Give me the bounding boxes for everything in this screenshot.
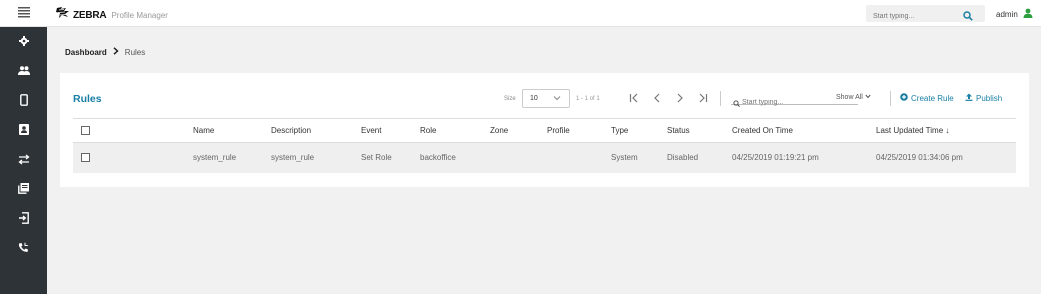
table-row[interactable]: system_rule system_rule Set Role backoff… bbox=[73, 142, 1016, 173]
breadcrumb-dashboard-link[interactable]: Dashboard bbox=[65, 48, 107, 57]
cell-event: Set Role bbox=[361, 142, 420, 173]
rules-table: Name Description Event Role Zone Profile… bbox=[73, 118, 1016, 173]
cell-created: 04/25/2019 01:19:21 pm bbox=[732, 142, 876, 173]
add-circle-icon bbox=[900, 93, 908, 103]
page-size-label: Size bbox=[504, 96, 516, 102]
search-icon[interactable] bbox=[963, 8, 973, 26]
show-all-label: Show All bbox=[836, 94, 863, 101]
column-header-created[interactable]: Created On Time bbox=[732, 118, 876, 143]
column-header-description[interactable]: Description bbox=[271, 118, 361, 143]
user-menu[interactable]: admin bbox=[996, 8, 1033, 20]
first-page-icon bbox=[629, 90, 639, 108]
column-header-name[interactable]: Name bbox=[193, 118, 271, 143]
zebra-logo-icon bbox=[56, 6, 70, 24]
top-bar: ZEBRA Profile Manager admin bbox=[0, 0, 1041, 27]
sidebar bbox=[0, 27, 47, 294]
chevron-right-icon bbox=[676, 90, 684, 108]
prev-page-button[interactable] bbox=[651, 92, 663, 105]
brand-name: ZEBRA bbox=[73, 9, 107, 21]
row-select-cell bbox=[73, 142, 193, 173]
user-icon bbox=[1023, 8, 1033, 20]
sidebar-item-enroll[interactable] bbox=[0, 205, 47, 234]
select-all-checkbox[interactable] bbox=[81, 126, 90, 136]
show-all-dropdown[interactable]: Show All bbox=[836, 94, 871, 101]
column-header-updated[interactable]: Last Updated Time ↓ bbox=[876, 118, 1016, 143]
page-size-value: 10 bbox=[530, 95, 538, 102]
sidebar-item-rules[interactable] bbox=[0, 146, 47, 175]
first-page-button[interactable] bbox=[628, 92, 640, 105]
cell-role: backoffice bbox=[420, 142, 490, 173]
column-header-event[interactable]: Event bbox=[361, 118, 420, 143]
sidebar-item-users[interactable] bbox=[0, 56, 47, 85]
global-search-input[interactable] bbox=[866, 8, 956, 25]
create-rule-button[interactable]: Create Rule bbox=[900, 93, 954, 103]
toolbar-divider bbox=[720, 91, 721, 106]
create-rule-label: Create Rule bbox=[911, 93, 954, 103]
rules-icon bbox=[17, 152, 30, 170]
cell-profile bbox=[547, 142, 611, 173]
sort-desc-icon: ↓ bbox=[945, 126, 950, 135]
column-header-profile[interactable]: Profile bbox=[547, 118, 611, 143]
last-page-button[interactable] bbox=[697, 92, 709, 105]
publish-button[interactable]: Publish bbox=[965, 93, 1002, 103]
sidebar-item-calls[interactable] bbox=[0, 234, 47, 263]
column-header-updated-label: Last Updated Time bbox=[876, 126, 944, 135]
device-icon bbox=[19, 93, 28, 111]
upload-icon bbox=[965, 93, 973, 103]
sidebar-item-library[interactable] bbox=[0, 175, 47, 204]
chevron-left-icon bbox=[653, 90, 661, 108]
app-logo[interactable]: ZEBRA Profile Manager bbox=[56, 6, 168, 24]
search-icon bbox=[733, 94, 740, 112]
cell-zone bbox=[490, 142, 547, 173]
cell-type: System bbox=[611, 142, 667, 173]
profile-badge-icon bbox=[18, 122, 29, 140]
row-checkbox[interactable] bbox=[81, 153, 90, 163]
global-search bbox=[866, 5, 985, 25]
publish-label: Publish bbox=[976, 93, 1003, 103]
sidebar-item-profiles[interactable] bbox=[0, 116, 47, 145]
cell-updated: 04/25/2019 01:34:06 pm bbox=[876, 142, 1016, 173]
chevron-right-icon bbox=[113, 47, 119, 57]
product-name: Profile Manager bbox=[111, 10, 168, 20]
chevron-down-icon bbox=[553, 94, 561, 104]
column-header-status[interactable]: Status bbox=[667, 118, 732, 143]
column-header-type[interactable]: Type bbox=[611, 118, 667, 143]
page-size-select[interactable]: 10 bbox=[522, 89, 570, 108]
cell-name: system_rule bbox=[193, 142, 271, 173]
breadcrumb: Dashboard Rules bbox=[65, 47, 145, 57]
rules-card: Rules Size 10 1 - 1 of 1 Show All Create… bbox=[60, 73, 1029, 187]
menu-toggle-button[interactable] bbox=[0, 0, 47, 27]
select-all-cell bbox=[73, 118, 193, 143]
gear-icon bbox=[18, 33, 29, 51]
breadcrumb-current: Rules bbox=[124, 47, 146, 57]
phone-icon bbox=[18, 240, 29, 258]
last-page-icon bbox=[698, 90, 708, 108]
chevron-down-icon bbox=[865, 94, 871, 101]
toolbar-divider bbox=[890, 91, 891, 106]
column-header-zone[interactable]: Zone bbox=[490, 118, 547, 143]
username: admin bbox=[996, 9, 1018, 19]
enroll-icon bbox=[18, 211, 29, 229]
cell-description: system_rule bbox=[271, 142, 361, 173]
page-title: Rules bbox=[73, 93, 102, 105]
table-header-row: Name Description Event Role Zone Profile… bbox=[73, 118, 1016, 143]
library-icon bbox=[18, 181, 29, 199]
column-header-role[interactable]: Role bbox=[420, 118, 490, 143]
pagination-info: 1 - 1 of 1 bbox=[576, 96, 600, 102]
rule-filter-input[interactable] bbox=[731, 96, 811, 109]
cell-status: Disabled bbox=[667, 142, 732, 173]
sidebar-item-settings[interactable] bbox=[0, 27, 47, 56]
sidebar-item-devices[interactable] bbox=[0, 87, 47, 116]
next-page-button[interactable] bbox=[674, 92, 686, 105]
users-icon bbox=[17, 62, 30, 80]
menu-icon bbox=[17, 5, 30, 23]
